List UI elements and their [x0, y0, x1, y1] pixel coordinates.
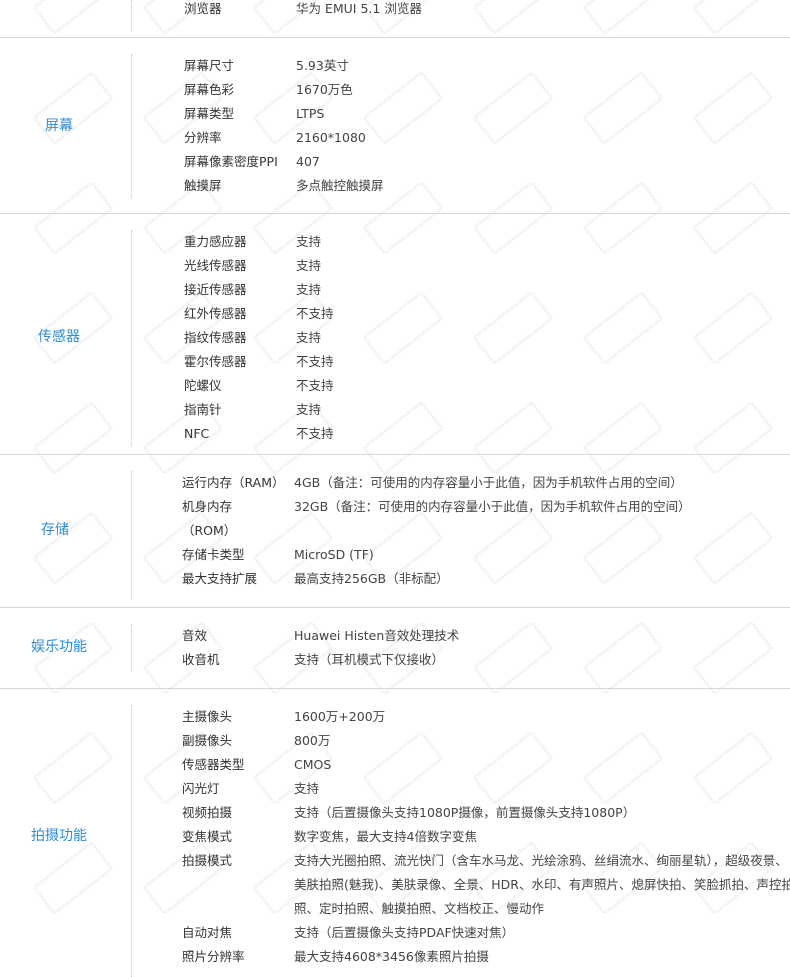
spec-key: 闪光灯 — [182, 781, 220, 796]
section-divider — [131, 624, 132, 672]
spec-value: 支持（后置摄像头支持PDAF快速对焦） — [294, 925, 515, 940]
spec-value: 1670万色 — [296, 82, 353, 97]
spec-key: 收音机 — [182, 652, 220, 667]
spec-section-screen: 屏幕 屏幕尺寸 5.93英寸 屏幕色彩 1670万色 屏幕类型 LTPS 分辨率 216… — [0, 38, 790, 214]
spec-value: 支持 — [294, 781, 320, 796]
spec-key: （ROM） — [182, 523, 237, 538]
spec-value: 407 — [296, 154, 320, 169]
spec-key: 指纹传感器 — [184, 330, 247, 345]
spec-key: 运行内存（RAM） — [182, 475, 285, 490]
spec-key: 视频拍摄 — [182, 805, 233, 820]
spec-key: 浏览器 — [184, 1, 222, 16]
spec-key: 音效 — [182, 628, 208, 643]
spec-key: 主摄像头 — [182, 709, 233, 724]
section-title: 拍摄功能 — [31, 828, 87, 844]
spec-value: 不支持 — [296, 306, 334, 321]
spec-value: 支持 — [296, 258, 322, 273]
spec-key: 霍尔传感器 — [184, 354, 247, 369]
spec-value: 美肤拍照(魅我)、美肤录像、全景、HDR、水印、有声照片、熄屏快拍、笑脸抓拍、声… — [294, 877, 790, 892]
spec-key: 传感器类型 — [182, 757, 245, 772]
spec-section-camera: 拍摄功能 主摄像头 1600万+200万 副摄像头 800万 传感器类型 CMOS 闪… — [0, 689, 790, 977]
spec-value: 支持 — [296, 330, 322, 345]
spec-value: Huawei Histen音效处理技术 — [294, 628, 460, 643]
spec-value: 1600万+200万 — [294, 709, 386, 724]
spec-key: 陀螺仪 — [184, 378, 222, 393]
spec-value: 不支持 — [296, 378, 334, 393]
spec-value: 支持 — [296, 282, 322, 297]
spec-key: 光线传感器 — [184, 258, 247, 273]
spec-value: 不支持 — [296, 354, 334, 369]
spec-key: 屏幕尺寸 — [184, 58, 235, 73]
spec-value: 不支持 — [296, 426, 334, 441]
spec-value: 4GB（备注：可使用的内存容量小于此值，因为手机软件占用的空间） — [294, 475, 683, 490]
section-divider — [131, 471, 132, 599]
spec-key: 机身内存 — [182, 499, 233, 514]
spec-key: 重力感应器 — [184, 234, 247, 249]
spec-value: 数字变焦，最大支持4倍数字变焦 — [294, 829, 477, 844]
spec-key: 屏幕类型 — [184, 106, 235, 121]
section-divider — [131, 705, 132, 977]
spec-value: 多点触控触摸屏 — [296, 178, 384, 193]
spec-key: NFC — [184, 426, 210, 441]
section-divider — [131, 54, 132, 198]
spec-key: 最大支持扩展 — [182, 571, 258, 586]
spec-value: CMOS — [294, 757, 332, 772]
spec-value: 5.93英寸 — [296, 58, 349, 73]
spec-value: 32GB（备注：可使用的内存容量小于此值，因为手机软件占用的空间） — [294, 499, 691, 514]
spec-value: 最高支持256GB（非标配） — [294, 571, 449, 586]
spec-value: 800万 — [294, 733, 331, 748]
spec-key: 红外传感器 — [184, 306, 247, 321]
spec-key: 指南针 — [184, 402, 222, 417]
spec-section-sensors: 传感器 重力感应器 支持 光线传感器 支持 接近传感器 支持 红外传感器 不支持 指纹传… — [0, 214, 790, 455]
spec-value: 华为 EMUI 5.1 浏览器 — [296, 1, 422, 16]
spec-section-entertainment: 娱乐功能 音效 Huawei Histen音效处理技术 收音机 支持（耳机模式下仅接… — [0, 608, 790, 689]
spec-key: 拍摄模式 — [182, 853, 233, 868]
section-divider — [131, 230, 132, 446]
section-title: 存储 — [41, 522, 69, 538]
spec-key: 触摸屏 — [184, 178, 222, 193]
spec-section-browser-partial: 浏览器 华为 EMUI 5.1 浏览器 — [0, 0, 790, 38]
spec-key: 屏幕像素密度PPI — [184, 154, 278, 169]
spec-value: 照、定时拍照、触摸拍照、文档校正、慢动作 — [294, 901, 545, 916]
spec-key: 副摄像头 — [182, 733, 233, 748]
spec-key: 屏幕色彩 — [184, 82, 235, 97]
spec-key: 接近传感器 — [184, 282, 247, 297]
section-title: 屏幕 — [45, 118, 73, 134]
spec-value: 最大支持4608*3456像素照片拍摄 — [294, 949, 489, 964]
spec-key: 变焦模式 — [182, 829, 233, 844]
spec-value: 支持（耳机模式下仅接收） — [294, 652, 445, 667]
spec-value: 支持 — [296, 234, 322, 249]
spec-value: LTPS — [296, 106, 325, 121]
section-title: 传感器 — [38, 329, 80, 345]
section-title: 娱乐功能 — [31, 639, 87, 655]
spec-key: 自动对焦 — [182, 925, 233, 940]
spec-value: 支持大光圈拍照、流光快门（含车水马龙、光绘涂鸦、丝绢流水、绚丽星轨），超级夜景、 — [294, 853, 788, 868]
spec-key: 照片分辨率 — [182, 949, 245, 964]
section-divider — [131, 0, 132, 32]
spec-key: 分辨率 — [184, 130, 222, 145]
spec-value: 支持 — [296, 402, 322, 417]
spec-value: 2160*1080 — [296, 130, 366, 145]
spec-value: MicroSD (TF) — [294, 547, 374, 562]
spec-key: 存储卡类型 — [182, 547, 245, 562]
spec-section-storage: 存储 运行内存（RAM） 4GB（备注：可使用的内存容量小于此值，因为手机软件占用… — [0, 455, 790, 608]
spec-value: 支持（后置摄像头支持1080P摄像，前置摄像头支持1080P） — [294, 805, 636, 820]
